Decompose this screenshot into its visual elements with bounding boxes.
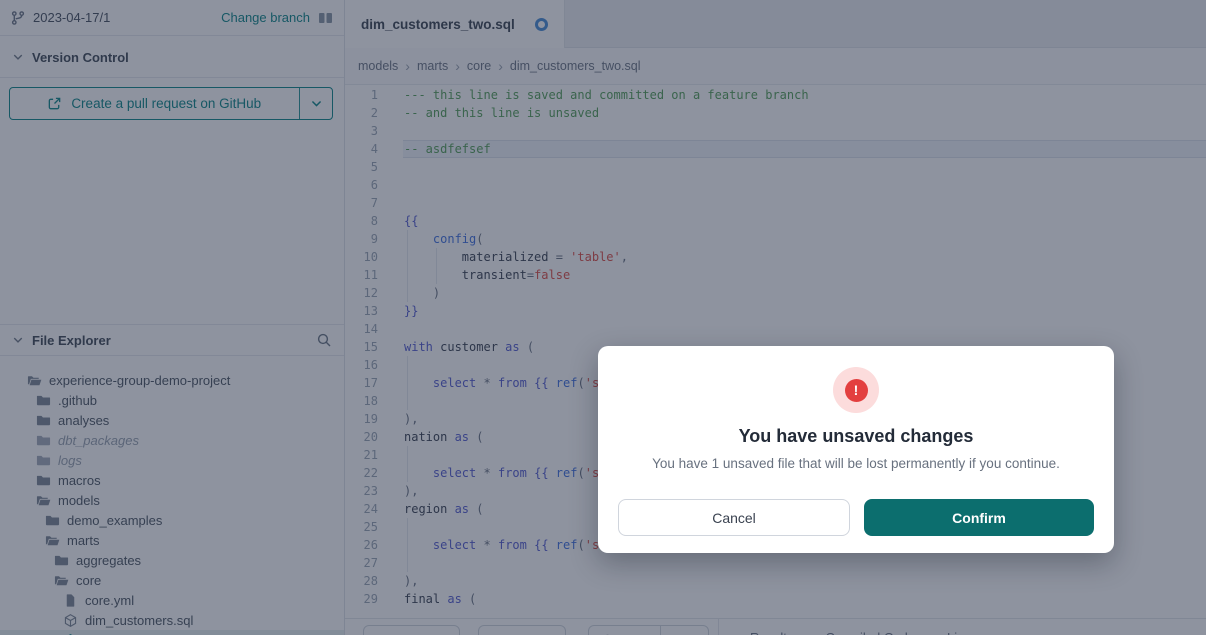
unsaved-changes-modal: ! You have unsaved changes You have 1 un… xyxy=(598,346,1114,553)
modal-title: You have unsaved changes xyxy=(598,426,1114,447)
modal-body: You have 1 unsaved file that will be los… xyxy=(598,456,1114,471)
dbt-ide-window: 2023-04-17/1 Change branch Version Contr… xyxy=(0,0,1206,635)
alert-icon: ! xyxy=(833,367,879,413)
exclamation-icon: ! xyxy=(845,379,868,402)
cancel-button[interactable]: Cancel xyxy=(618,499,850,536)
modal-actions: Cancel Confirm xyxy=(618,499,1094,536)
confirm-button[interactable]: Confirm xyxy=(864,499,1094,536)
